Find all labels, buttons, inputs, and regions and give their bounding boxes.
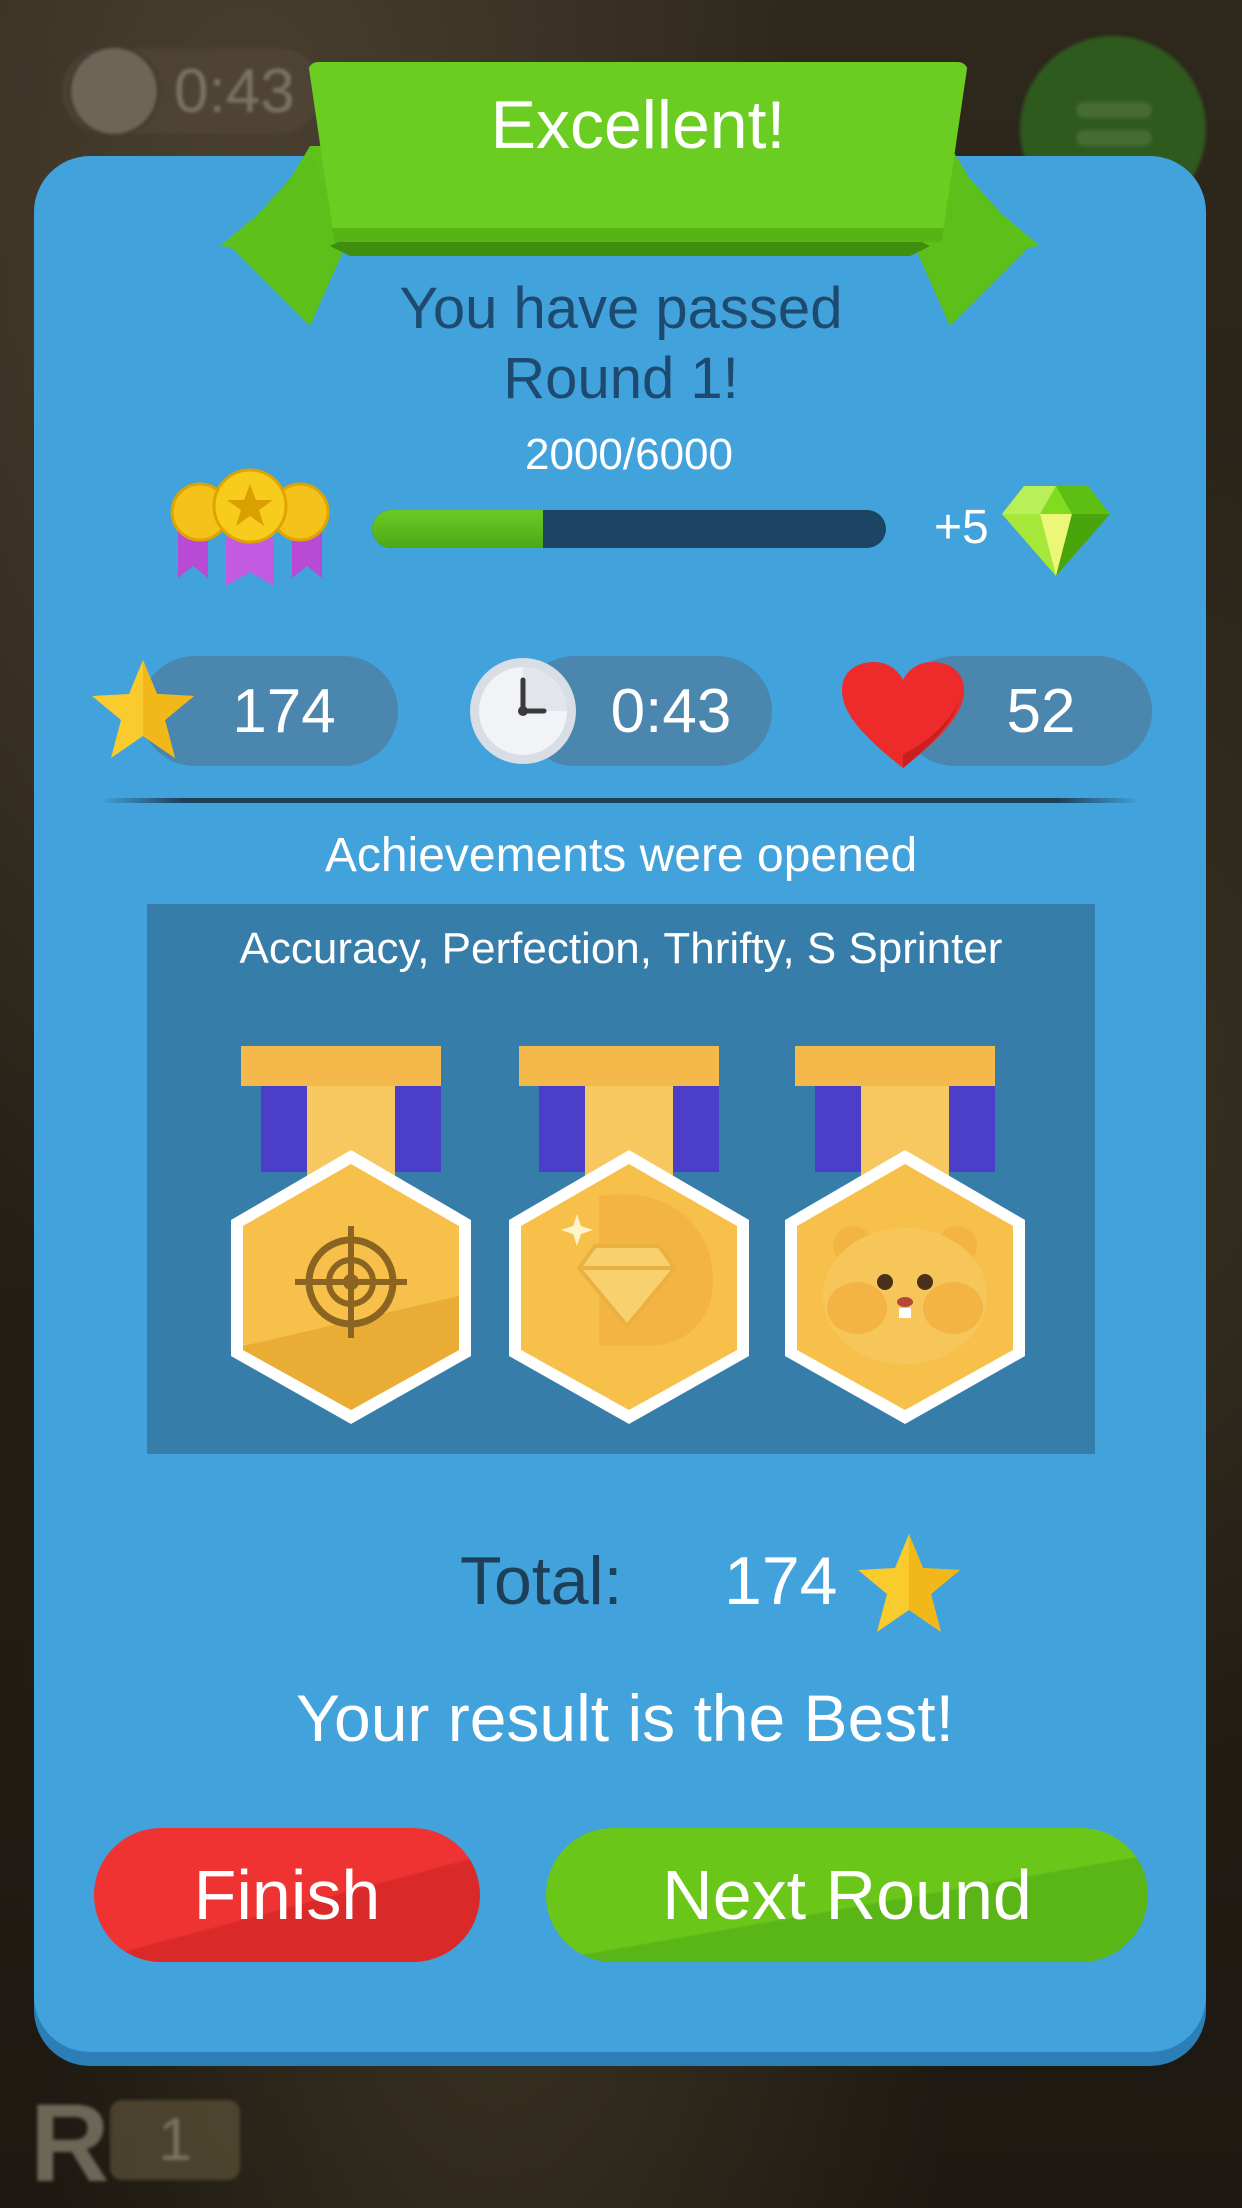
passed-line-2: Round 1! <box>503 346 739 411</box>
next-round-button-label: Next Round <box>662 1856 1032 1934</box>
background-round-letter: R <box>30 2082 110 2205</box>
clock-icon <box>68 45 160 137</box>
clock-icon <box>470 658 576 764</box>
banner-title: Excellent! <box>490 87 786 163</box>
best-result-message: Your result is the Best! <box>296 1681 954 1755</box>
achievements-box: Accuracy, Perfection, Thrifty, S Sprinte… <box>147 904 1095 1454</box>
gem-icon <box>1002 486 1110 576</box>
star-icon <box>92 660 194 758</box>
accuracy-medal <box>231 1046 471 1424</box>
three-medals-icon <box>170 468 330 586</box>
heart-icon <box>842 662 964 768</box>
perfection-medal <box>509 1046 749 1424</box>
passed-line-1: You have passed <box>399 276 843 341</box>
score-progress-bar <box>372 510 886 548</box>
total-label: Total: <box>460 1543 623 1619</box>
score-progress-fill <box>372 510 544 548</box>
finish-button-label: Finish <box>193 1856 381 1934</box>
achievements-title: Achievements were opened <box>324 829 918 882</box>
background-round-number: 1 <box>110 2100 240 2180</box>
round-passed-message: You have passed Round 1! <box>0 274 1242 414</box>
time-value: 0:43 <box>610 676 732 746</box>
achievements-list: Accuracy, Perfection, Thrifty, S Sprinte… <box>239 924 1003 973</box>
thrifty-medal <box>785 1046 1025 1424</box>
section-divider <box>100 798 1140 803</box>
gem-reward-text: +5 <box>934 501 989 554</box>
finish-button[interactable]: Finish <box>94 1828 480 1962</box>
total-value: 174 <box>724 1543 838 1619</box>
next-round-button[interactable]: Next Round <box>546 1828 1148 1962</box>
stars-count: 174 <box>232 676 336 746</box>
star-icon <box>858 1534 960 1632</box>
lives-count: 52 <box>1006 676 1076 746</box>
